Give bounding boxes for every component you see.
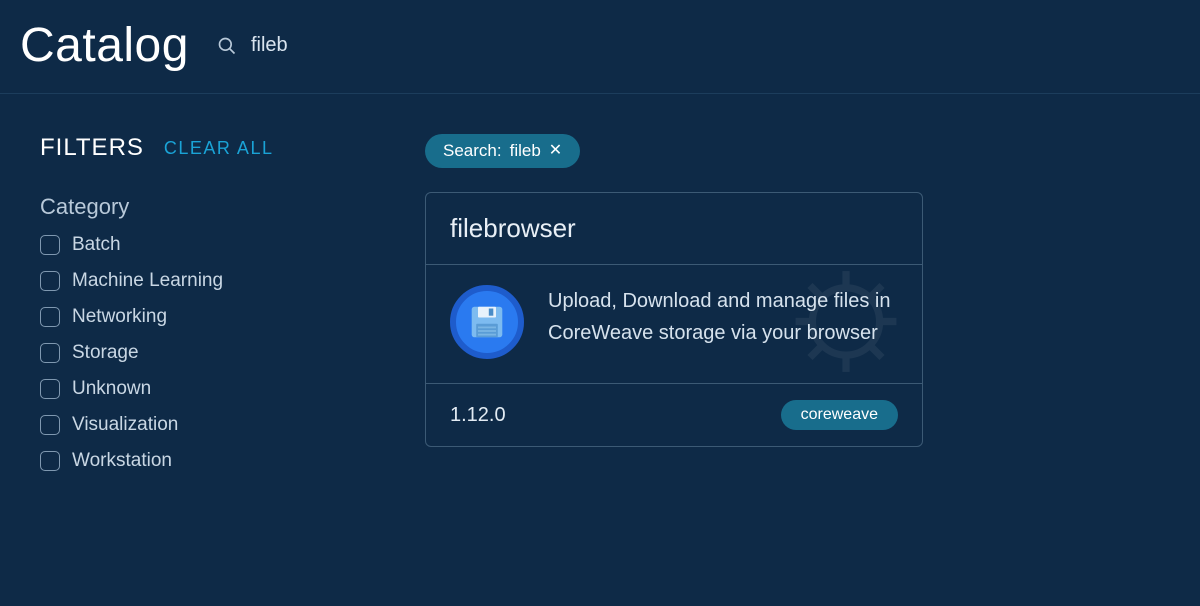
checkbox[interactable]	[40, 415, 60, 435]
search-icon	[217, 36, 237, 56]
topbar: Catalog	[0, 0, 1200, 94]
chip-value: fileb	[510, 141, 541, 161]
floppy-disk-icon	[450, 285, 524, 359]
card-description: Upload, Download and manage files in Cor…	[548, 285, 898, 349]
checkbox[interactable]	[40, 271, 60, 291]
card-body: Upload, Download and manage files in Cor…	[426, 265, 922, 384]
category-label: Storage	[72, 342, 139, 364]
content: FILTERS CLEAR ALL Category Batch Machine…	[0, 94, 1200, 472]
app-card-filebrowser[interactable]: filebrowser	[425, 192, 923, 447]
filters-label: FILTERS	[40, 134, 144, 162]
card-publisher-tag[interactable]: coreweave	[781, 400, 898, 430]
chip-prefix: Search:	[443, 141, 502, 161]
filters-header: FILTERS CLEAR ALL	[40, 134, 385, 162]
checkbox[interactable]	[40, 307, 60, 327]
category-item-workstation[interactable]: Workstation	[40, 450, 385, 472]
filters-sidebar: FILTERS CLEAR ALL Category Batch Machine…	[40, 134, 385, 472]
close-icon[interactable]: ✕	[549, 143, 562, 159]
category-item-networking[interactable]: Networking	[40, 306, 385, 328]
clear-all-button[interactable]: CLEAR ALL	[164, 138, 274, 159]
page-title: Catalog	[20, 18, 189, 73]
category-label: Batch	[72, 234, 121, 256]
card-version: 1.12.0	[450, 404, 506, 427]
category-item-storage[interactable]: Storage	[40, 342, 385, 364]
search-input[interactable]	[251, 34, 451, 57]
category-label: Workstation	[72, 450, 172, 472]
category-label: Machine Learning	[72, 270, 223, 292]
category-item-machine-learning[interactable]: Machine Learning	[40, 270, 385, 292]
checkbox[interactable]	[40, 343, 60, 363]
category-label: Visualization	[72, 414, 178, 436]
category-list: Batch Machine Learning Networking Storag…	[40, 234, 385, 472]
search-chip[interactable]: Search: fileb ✕	[425, 134, 580, 168]
category-label: Unknown	[72, 378, 151, 400]
results-area: Search: fileb ✕ filebrowser	[425, 134, 1170, 472]
category-label: Networking	[72, 306, 167, 328]
category-item-unknown[interactable]: Unknown	[40, 378, 385, 400]
card-header: filebrowser	[426, 193, 922, 265]
checkbox[interactable]	[40, 451, 60, 471]
category-item-visualization[interactable]: Visualization	[40, 414, 385, 436]
chip-row: Search: fileb ✕	[425, 134, 1170, 168]
card-footer: 1.12.0 coreweave	[426, 384, 922, 446]
category-item-batch[interactable]: Batch	[40, 234, 385, 256]
checkbox[interactable]	[40, 379, 60, 399]
card-title: filebrowser	[450, 213, 898, 244]
search-wrap	[217, 34, 451, 57]
checkbox[interactable]	[40, 235, 60, 255]
category-section-label: Category	[40, 194, 385, 220]
